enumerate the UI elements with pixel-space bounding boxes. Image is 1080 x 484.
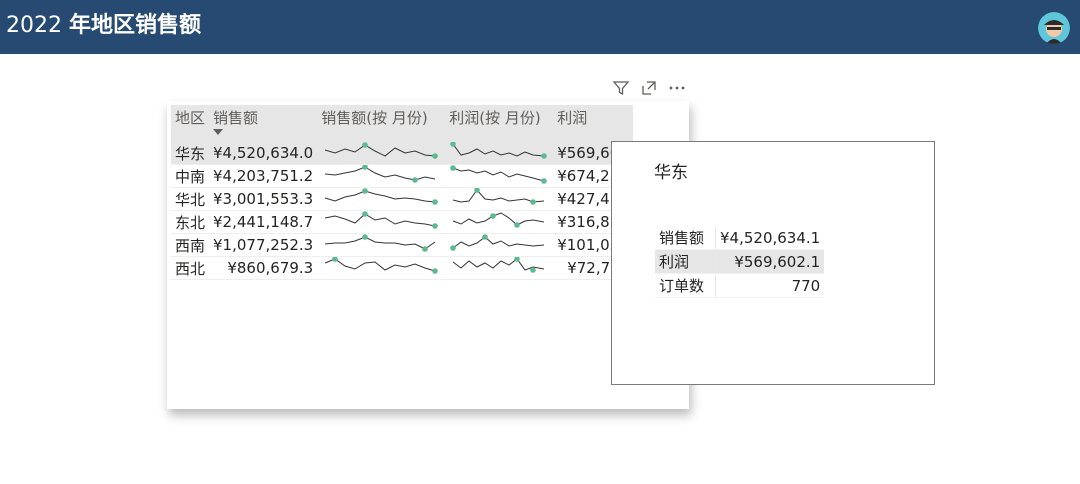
profit-sparkline <box>445 256 554 280</box>
sales-sparkline <box>317 164 446 188</box>
table-row[interactable]: 西北 ¥860,679.3 ¥72,724 <box>171 256 634 280</box>
report-header: 2022 年地区销售额 <box>0 0 1080 54</box>
region-cell: 华北 <box>171 187 210 211</box>
region-cell: 西南 <box>171 233 210 257</box>
tooltip-value: 770 <box>715 273 825 298</box>
tooltip-value: ¥4,520,634.1 <box>715 226 825 250</box>
report-title-year: 2022 <box>6 13 62 38</box>
sales-sparkline <box>317 210 446 234</box>
sales-sparkline <box>317 233 446 257</box>
table-row[interactable]: 东北 ¥2,441,148.7 ¥316,879 <box>171 210 634 234</box>
tooltip-row: 订单数 770 <box>655 273 825 298</box>
sales-cell: ¥4,520,634.0 <box>209 142 318 165</box>
more-options-icon[interactable] <box>667 78 687 98</box>
sales-cell: ¥3,001,553.3 <box>209 187 318 211</box>
tooltip-row: 利润 ¥569,602.1 <box>655 249 825 274</box>
region-cell: 西北 <box>171 256 210 280</box>
table-row[interactable]: 西南 ¥1,077,252.3 ¥101,033 <box>171 233 634 257</box>
table-row[interactable]: 中南 ¥4,203,751.2 ¥674,236 <box>171 164 634 188</box>
profit-sparkline <box>445 210 554 234</box>
table-row[interactable]: 华东 ¥4,520,634.0 ¥569,60 <box>171 142 634 165</box>
sales-sparkline <box>317 256 446 280</box>
region-cell: 东北 <box>171 210 210 234</box>
column-header-sales-label: 销售额 <box>213 109 259 127</box>
column-header-sales-by-month[interactable]: 销售额(按 月份) <box>317 105 446 142</box>
sales-sparkline <box>317 187 446 211</box>
row-tooltip: 华东 销售额 ¥4,520,634.1 利润 ¥569,602.1 订单数 77… <box>611 141 935 385</box>
user-avatar-icon[interactable] <box>1038 12 1070 44</box>
tooltip-label: 利润 <box>655 249 716 274</box>
column-header-profit-by-month[interactable]: 利润(按 月份) <box>445 105 554 142</box>
profit-sparkline <box>445 233 554 257</box>
report-title-text: 年地区销售额 <box>69 13 202 38</box>
filter-icon[interactable] <box>611 78 631 98</box>
tooltip-title: 华东 <box>654 163 688 183</box>
sales-cell: ¥1,077,252.3 <box>209 233 318 257</box>
region-cell: 中南 <box>171 164 210 188</box>
sales-sparkline <box>317 142 446 165</box>
sales-cell: ¥2,441,148.7 <box>209 210 318 234</box>
profit-sparkline <box>445 164 554 188</box>
report-title: 2022 年地区销售额 <box>6 8 201 44</box>
column-header-sales[interactable]: 销售额 <box>209 105 318 142</box>
region-cell: 华东 <box>171 142 210 165</box>
region-sales-table: 地区 销售额 销售额(按 月份) 利润(按 月份) 利润 华东 ¥4,520,6… <box>171 105 634 280</box>
tooltip-label: 销售额 <box>655 226 716 250</box>
column-header-profit[interactable]: 利润 <box>553 105 634 142</box>
profit-sparkline <box>445 142 554 165</box>
tooltip-value: ¥569,602.1 <box>715 249 825 274</box>
profit-sparkline <box>445 187 554 211</box>
sales-cell: ¥860,679.3 <box>209 256 318 280</box>
tooltip-row: 销售额 ¥4,520,634.1 <box>655 226 825 250</box>
column-header-region[interactable]: 地区 <box>171 105 210 142</box>
sales-cell: ¥4,203,751.2 <box>209 164 318 188</box>
sort-descending-icon <box>213 129 224 135</box>
table-row[interactable]: 华北 ¥3,001,553.3 ¥427,410 <box>171 187 634 211</box>
table-header-row: 地区 销售额 销售额(按 月份) 利润(按 月份) 利润 <box>171 105 634 142</box>
tooltip-table: 销售额 ¥4,520,634.1 利润 ¥569,602.1 订单数 770 <box>655 226 825 298</box>
focus-mode-icon[interactable] <box>639 78 659 98</box>
tooltip-label: 订单数 <box>655 273 716 298</box>
